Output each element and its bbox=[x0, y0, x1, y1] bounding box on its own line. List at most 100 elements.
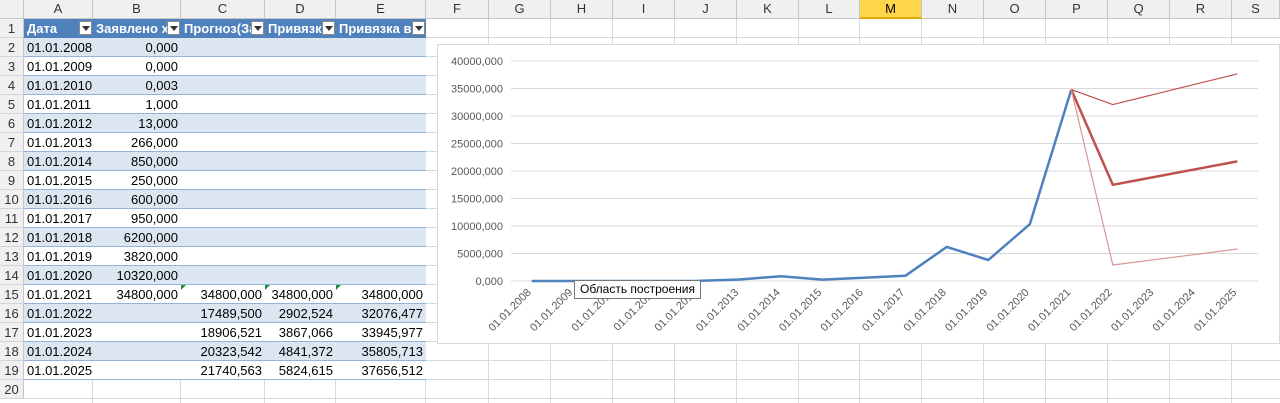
table-cell[interactable] bbox=[181, 171, 265, 190]
table-cell[interactable] bbox=[265, 266, 336, 285]
table-cell[interactable]: 33945,977 bbox=[336, 323, 426, 342]
table-cell[interactable] bbox=[336, 266, 426, 285]
filter-dropdown-icon[interactable] bbox=[412, 21, 425, 35]
filter-dropdown-icon[interactable] bbox=[167, 21, 180, 35]
chart-plot-area[interactable]: 0,000 5000,000 10000,000 15000,000 20000,000… bbox=[438, 45, 1280, 345]
table-cell[interactable]: 0,000 bbox=[93, 38, 181, 57]
row-header-5[interactable]: 5 bbox=[0, 95, 24, 114]
row-header-8[interactable]: 8 bbox=[0, 152, 24, 171]
table-cell[interactable] bbox=[336, 133, 426, 152]
row-header-2[interactable]: 2 bbox=[0, 38, 24, 57]
table-cell[interactable] bbox=[181, 247, 265, 266]
table-cell[interactable]: 01.01.2015 bbox=[24, 171, 93, 190]
table-cell[interactable] bbox=[265, 95, 336, 114]
table-cell[interactable] bbox=[93, 323, 181, 342]
table-cell[interactable]: 01.01.2017 bbox=[24, 209, 93, 228]
table-cell[interactable]: 01.01.2014 bbox=[24, 152, 93, 171]
table-cell[interactable] bbox=[336, 171, 426, 190]
table-cell[interactable]: 950,000 bbox=[93, 209, 181, 228]
table-cell[interactable]: 20323,542 bbox=[181, 342, 265, 361]
table-cell[interactable]: 600,000 bbox=[93, 190, 181, 209]
column-header-e[interactable]: E bbox=[336, 0, 426, 19]
table-cell[interactable] bbox=[336, 76, 426, 95]
table-cell[interactable]: 01.01.2008 bbox=[24, 38, 93, 57]
column-header-m[interactable]: M bbox=[860, 0, 922, 19]
column-header-g[interactable]: G bbox=[489, 0, 551, 19]
table-cell[interactable] bbox=[265, 133, 336, 152]
row-header-16[interactable]: 16 bbox=[0, 304, 24, 323]
table-cell[interactable] bbox=[336, 228, 426, 247]
table-cell[interactable]: 34800,000 bbox=[265, 285, 336, 304]
table-cell[interactable] bbox=[265, 171, 336, 190]
column-header-c[interactable]: C bbox=[181, 0, 265, 19]
table-cell[interactable]: 3867,066 bbox=[265, 323, 336, 342]
table-cell[interactable] bbox=[181, 114, 265, 133]
row-header-15[interactable]: 15 bbox=[0, 285, 24, 304]
column-header-f[interactable]: F bbox=[426, 0, 489, 19]
table-cell[interactable] bbox=[181, 57, 265, 76]
table-cell[interactable]: 0,003 bbox=[93, 76, 181, 95]
table-cell[interactable]: 34800,000 bbox=[93, 285, 181, 304]
column-header-r[interactable]: R bbox=[1170, 0, 1232, 19]
row-header-12[interactable]: 12 bbox=[0, 228, 24, 247]
select-all-corner[interactable] bbox=[0, 0, 24, 19]
table-cell[interactable] bbox=[181, 209, 265, 228]
table-cell[interactable]: 01.01.2009 bbox=[24, 57, 93, 76]
row-header-6[interactable]: 6 bbox=[0, 114, 24, 133]
table-cell[interactable] bbox=[181, 190, 265, 209]
table-cell[interactable] bbox=[265, 57, 336, 76]
row-header-3[interactable]: 3 bbox=[0, 57, 24, 76]
table-cell[interactable] bbox=[336, 152, 426, 171]
column-header-p[interactable]: P bbox=[1046, 0, 1108, 19]
filter-dropdown-icon[interactable] bbox=[251, 21, 264, 35]
table-cell[interactable]: 266,000 bbox=[93, 133, 181, 152]
table-cell[interactable]: 01.01.2025 bbox=[24, 361, 93, 380]
row-header-4[interactable]: 4 bbox=[0, 76, 24, 95]
column-header-s[interactable]: S bbox=[1232, 0, 1280, 19]
table-cell[interactable]: 01.01.2013 bbox=[24, 133, 93, 152]
table-cell[interactable] bbox=[181, 228, 265, 247]
column-header-q[interactable]: Q bbox=[1108, 0, 1170, 19]
table-cell[interactable] bbox=[93, 304, 181, 323]
table-cell[interactable]: 01.01.2024 bbox=[24, 342, 93, 361]
table-cell[interactable] bbox=[181, 95, 265, 114]
column-header-n[interactable]: N bbox=[922, 0, 984, 19]
column-header-l[interactable]: L bbox=[799, 0, 860, 19]
table-cell[interactable]: 5824,615 bbox=[265, 361, 336, 380]
table-cell[interactable]: 6200,000 bbox=[93, 228, 181, 247]
row-header-17[interactable]: 17 bbox=[0, 323, 24, 342]
table-cell[interactable]: 37656,512 bbox=[336, 361, 426, 380]
table-header-cell[interactable]: Дата bbox=[24, 19, 93, 38]
table-cell[interactable]: 01.01.2022 bbox=[24, 304, 93, 323]
table-cell[interactable]: 01.01.2012 bbox=[24, 114, 93, 133]
table-cell[interactable]: 01.01.2021 bbox=[24, 285, 93, 304]
table-cell[interactable] bbox=[181, 38, 265, 57]
table-cell[interactable] bbox=[336, 247, 426, 266]
table-cell[interactable]: 0,000 bbox=[93, 57, 181, 76]
table-cell[interactable] bbox=[336, 209, 426, 228]
table-cell[interactable] bbox=[336, 95, 426, 114]
table-cell[interactable] bbox=[336, 57, 426, 76]
table-cell[interactable]: 13,000 bbox=[93, 114, 181, 133]
table-cell[interactable]: 2902,524 bbox=[265, 304, 336, 323]
table-cell[interactable]: 01.01.2020 bbox=[24, 266, 93, 285]
table-cell[interactable] bbox=[265, 76, 336, 95]
column-header-i[interactable]: I bbox=[613, 0, 675, 19]
table-cell[interactable] bbox=[93, 342, 181, 361]
row-header-19[interactable]: 19 bbox=[0, 361, 24, 380]
table-cell[interactable]: 850,000 bbox=[93, 152, 181, 171]
table-cell[interactable] bbox=[265, 247, 336, 266]
table-cell[interactable] bbox=[265, 114, 336, 133]
column-header-d[interactable]: D bbox=[265, 0, 336, 19]
row-header-11[interactable]: 11 bbox=[0, 209, 24, 228]
line-chart[interactable]: 0,000 5000,000 10000,000 15000,000 20000,000… bbox=[437, 44, 1280, 344]
filter-dropdown-icon[interactable] bbox=[322, 21, 335, 35]
table-cell[interactable] bbox=[265, 209, 336, 228]
row-header-18[interactable]: 18 bbox=[0, 342, 24, 361]
column-header-b[interactable]: B bbox=[93, 0, 181, 19]
table-header-cell[interactable]: Привязк bbox=[265, 19, 336, 38]
table-cell[interactable]: 18906,521 bbox=[181, 323, 265, 342]
table-cell[interactable] bbox=[336, 38, 426, 57]
column-header-a[interactable]: A bbox=[24, 0, 93, 19]
table-cell[interactable] bbox=[181, 133, 265, 152]
